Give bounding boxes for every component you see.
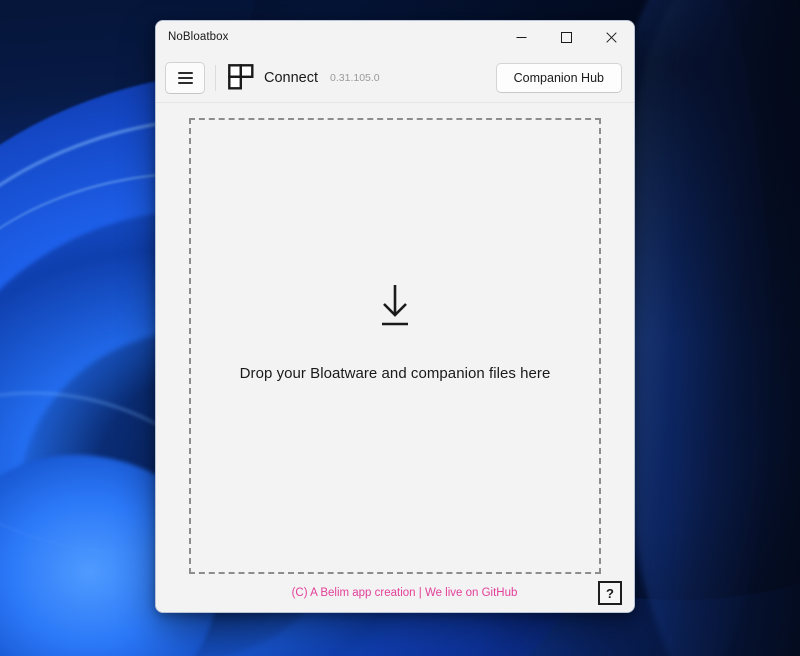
app-toolbar: Connect 0.31.105.0 Companion Hub (156, 53, 634, 103)
hamburger-menu-icon (177, 71, 193, 84)
file-dropzone[interactable]: Drop your Bloatware and companion files … (189, 118, 601, 574)
window-title-bar[interactable]: NoBloatbox (156, 21, 634, 53)
help-button[interactable]: ? (598, 581, 622, 605)
app-version-label: 0.31.105.0 (330, 71, 380, 84)
footer-credit-link[interactable]: (C) A Belim app creation | We live on Gi… (189, 587, 598, 599)
wallpaper-right-glow (620, 0, 770, 656)
toolbar-divider (215, 64, 216, 91)
minimize-icon (516, 36, 527, 38)
window-title-text: NoBloatbox (168, 31, 229, 43)
desktop-wallpaper: NoBloatbox Connect 0.31.105.0 Companion … (0, 0, 800, 656)
brand-name-label: Connect (264, 69, 319, 86)
dropzone-instruction-text: Drop your Bloatware and companion files … (239, 364, 551, 382)
nobloatbox-blocks-logo-icon (228, 64, 254, 90)
window-body: Drop your Bloatware and companion files … (156, 103, 634, 574)
hamburger-menu-button[interactable] (165, 61, 205, 94)
minimize-button[interactable] (499, 21, 544, 53)
window-footer: (C) A Belim app creation | We live on Gi… (156, 574, 634, 612)
dropzone-content: Drop your Bloatware and companion files … (240, 283, 551, 382)
close-button[interactable] (589, 21, 634, 53)
window-controls-group (499, 21, 634, 53)
companion-hub-button[interactable]: Companion Hub (495, 62, 622, 93)
maximize-icon (561, 31, 572, 43)
nobloatbox-app-window: NoBloatbox Connect 0.31.105.0 Companion … (155, 20, 635, 613)
download-arrow-icon (381, 284, 408, 325)
maximize-button[interactable] (544, 21, 589, 53)
close-icon (606, 31, 617, 43)
